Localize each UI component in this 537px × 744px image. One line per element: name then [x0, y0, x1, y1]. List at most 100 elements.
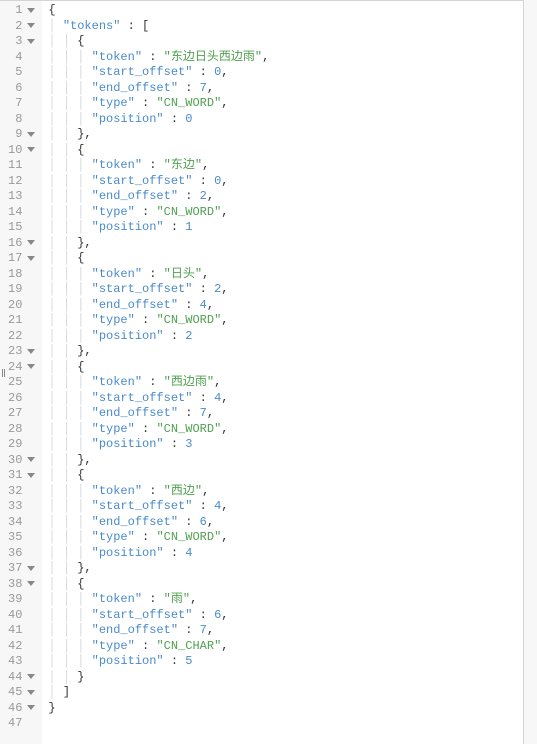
code-line[interactable]: │ │ │ "start_offset" : 0, [48, 174, 537, 190]
code-line[interactable]: │ │ │ "end_offset" : 4, [48, 298, 537, 314]
gutter-row: 5 [8, 65, 37, 81]
code-token: : [135, 96, 157, 110]
code-line[interactable] [48, 716, 537, 732]
gutter-row: 2 [8, 19, 37, 35]
code-line[interactable]: │ │ │ "start_offset" : 2, [48, 282, 537, 298]
code-line[interactable]: │ │ { [48, 34, 537, 50]
code-token: : [178, 623, 200, 637]
code-token: "token" [92, 375, 142, 389]
gutter-row: 11 [8, 158, 37, 174]
code-line[interactable]: │ "tokens" : [ [48, 19, 537, 35]
code-line[interactable]: { [48, 3, 537, 19]
code-line[interactable]: │ │ │ "token" : "雨", [48, 592, 537, 608]
code-line[interactable]: │ │ { [48, 143, 537, 159]
code-line[interactable]: │ │ │ "position" : 1 [48, 220, 537, 236]
code-token: "type" [92, 205, 135, 219]
code-line[interactable]: │ │ { [48, 360, 537, 376]
code-token: , [214, 375, 221, 389]
code-line[interactable]: │ │ { [48, 577, 537, 593]
code-line[interactable]: │ │ │ "start_offset" : 4, [48, 499, 537, 515]
fold-toggle-icon[interactable] [27, 564, 37, 574]
code-area[interactable]: {│ "tokens" : [│ │ {│ │ │ "token" : "东边日… [42, 1, 537, 744]
code-line[interactable]: │ │ │ "type" : "CN_WORD", [48, 96, 537, 112]
code-editor[interactable]: 1234567891011121314151617181920212223242… [0, 0, 537, 744]
code-line[interactable]: │ │ │ "position" : 4 [48, 546, 537, 562]
fold-toggle-icon[interactable] [27, 672, 37, 682]
fold-toggle-icon[interactable] [27, 21, 37, 31]
code-line[interactable]: │ │ { [48, 251, 537, 267]
code-line[interactable]: │ │ │ "position" : 3 [48, 437, 537, 453]
gutter-row: 24 [8, 360, 37, 376]
fold-toggle-icon[interactable] [27, 703, 37, 713]
code-token: 4 [200, 298, 207, 312]
code-token: : [164, 546, 186, 560]
code-line[interactable]: │ │ │ "token" : "西边雨", [48, 375, 537, 391]
fold-toggle-icon[interactable] [27, 254, 37, 264]
gutter-row: 12 [8, 174, 37, 190]
code-line[interactable]: │ │ │ "end_offset" : 2, [48, 189, 537, 205]
code-line[interactable]: │ │ }, [48, 561, 537, 577]
code-line[interactable]: │ │ │ "token" : "东边", [48, 158, 537, 174]
code-line[interactable]: │ │ │ "position" : 2 [48, 329, 537, 345]
code-line[interactable]: } [48, 701, 537, 717]
code-line[interactable]: │ │ │ "type" : "CN_WORD", [48, 205, 537, 221]
code-line[interactable]: │ │ }, [48, 344, 537, 360]
gutter-row: 31 [8, 468, 37, 484]
code-line[interactable]: │ │ │ "end_offset" : 7, [48, 406, 537, 422]
code-token: , [221, 313, 228, 327]
code-line[interactable]: │ │ │ "type" : "CN_WORD", [48, 422, 537, 438]
gutter-row: 47 [8, 716, 37, 732]
code-line[interactable]: │ │ │ "type" : "CN_CHAR", [48, 639, 537, 655]
code-token: } [48, 701, 55, 715]
code-line[interactable]: │ │ │ "token" : "东边日头西边雨", [48, 50, 537, 66]
fold-toggle-icon[interactable] [27, 37, 37, 47]
code-token: : [192, 65, 214, 79]
gutter-row: 30 [8, 453, 37, 469]
overview-ruler[interactable] [523, 0, 537, 744]
code-line[interactable]: │ │ │ "type" : "CN_WORD", [48, 530, 537, 546]
code-line[interactable]: │ │ │ "position" : 0 [48, 112, 537, 128]
code-line[interactable]: │ ] [48, 685, 537, 701]
fold-toggle-icon[interactable] [27, 362, 37, 372]
code-token: : [178, 515, 200, 529]
code-line[interactable]: │ │ }, [48, 127, 537, 143]
fold-toggle-icon[interactable] [27, 471, 37, 481]
gutter-row: 8 [8, 112, 37, 128]
gutter-row: 3 [8, 34, 37, 50]
code-line[interactable]: │ │ }, [48, 453, 537, 469]
code-line[interactable]: │ │ │ "start_offset" : 0, [48, 65, 537, 81]
code-line[interactable]: │ │ }, [48, 236, 537, 252]
fold-toggle-icon[interactable] [27, 455, 37, 465]
code-line[interactable]: │ │ │ "token" : "日头", [48, 267, 537, 283]
line-number: 3 [15, 34, 24, 50]
line-number: 39 [8, 592, 24, 608]
code-line[interactable]: │ │ { [48, 468, 537, 484]
code-token: "start_offset" [92, 282, 193, 296]
gutter-row: 46 [8, 701, 37, 717]
code-line[interactable]: │ │ │ "position" : 5 [48, 654, 537, 670]
code-line[interactable]: │ │ │ "token" : "西边", [48, 484, 537, 500]
fold-toggle-icon[interactable] [27, 347, 37, 357]
code-line[interactable]: │ │ │ "end_offset" : 7, [48, 623, 537, 639]
fold-toggle-icon[interactable] [27, 6, 37, 16]
code-token: "position" [92, 546, 164, 560]
gutter-row: 32 [8, 484, 37, 500]
code-line[interactable]: │ │ │ "end_offset" : 6, [48, 515, 537, 531]
fold-toggle-icon[interactable] [27, 130, 37, 140]
code-line[interactable]: │ │ } [48, 670, 537, 686]
gutter-row: 44 [8, 670, 37, 686]
fold-toggle-icon[interactable] [27, 145, 37, 155]
code-line[interactable]: │ │ │ "start_offset" : 6, [48, 608, 537, 624]
line-number: 21 [8, 313, 24, 329]
gutter-row: 29 [8, 437, 37, 453]
panel-resize-handle[interactable] [0, 358, 6, 388]
line-number: 14 [8, 205, 24, 221]
fold-toggle-icon[interactable] [27, 688, 37, 698]
fold-toggle-icon[interactable] [27, 238, 37, 248]
code-line[interactable]: │ │ │ "end_offset" : 7, [48, 81, 537, 97]
code-token: , [84, 236, 91, 250]
code-line[interactable]: │ │ │ "type" : "CN_WORD", [48, 313, 537, 329]
fold-toggle-icon[interactable] [27, 579, 37, 589]
code-token: : [192, 391, 214, 405]
code-line[interactable]: │ │ │ "start_offset" : 4, [48, 391, 537, 407]
